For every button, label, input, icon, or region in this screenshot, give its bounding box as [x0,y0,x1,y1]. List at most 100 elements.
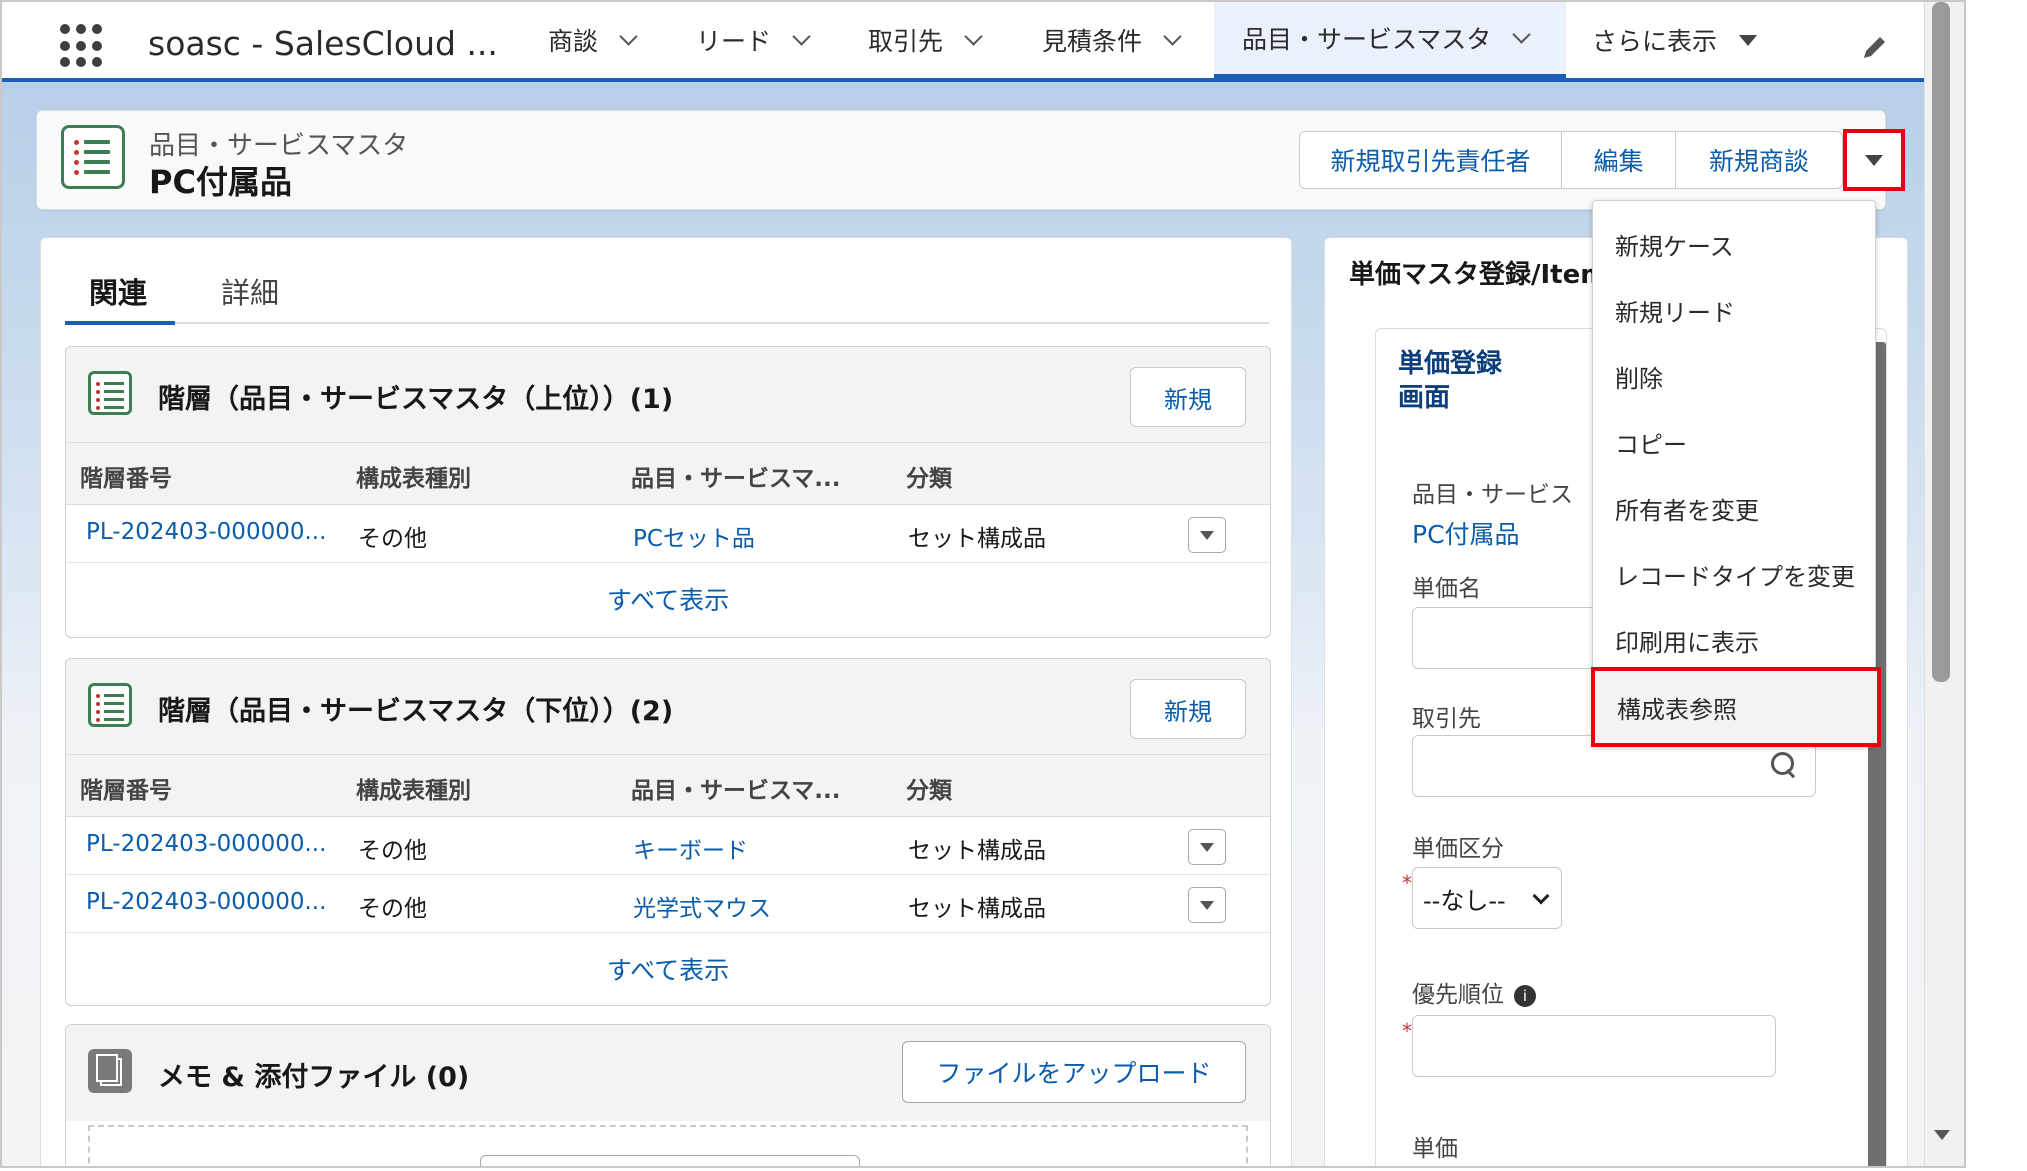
row-actions-dropdown[interactable] [1188,829,1226,865]
new-button[interactable]: 新規 [1130,679,1246,739]
product-link[interactable]: 光学式マウス [633,889,771,923]
file-icon [88,1049,132,1093]
column-header[interactable]: 構成表種別 [356,459,471,493]
menu-item-bom-reference[interactable]: 構成表参照 [1591,667,1881,747]
cell-type: その他 [358,896,427,922]
nav-more[interactable]: さらに表示 [1592,2,1758,78]
price-name-label: 単価名 [1412,576,1481,602]
related-panel: 関連 詳細 階層（品目・サービスマスタ（上位））(1) 新規 階層番号 構成表種… [40,237,1292,1166]
cell-type: その他 [358,526,427,552]
cell-category: セット構成品 [908,896,1046,922]
nav-item-label: リード [696,27,772,56]
row-actions-dropdown[interactable] [1188,887,1226,923]
new-button[interactable]: 新規 [1130,367,1246,427]
nav-item-product-master[interactable]: 品目・サービスマスタ [1214,2,1566,78]
menu-item-copy[interactable]: コピー [1593,409,1875,475]
price-type-select[interactable]: --なし-- [1412,867,1562,929]
new-opportunity-button[interactable]: 新規商談 [1676,132,1842,188]
view-all-link[interactable]: すべて表示 [66,581,1270,617]
chevron-down-icon[interactable] [1164,30,1184,50]
nav-more-label: さらに表示 [1592,27,1718,56]
record-tabs: 関連 詳細 [65,262,1269,325]
chevron-down-icon[interactable] [620,30,640,50]
nav-item-label: 商談 [548,27,599,56]
item-value-link[interactable]: PC付属品 [1412,515,1520,551]
global-nav: soasc - SalesCloud ... 商談 リード 取引先 見積条件 品… [2,2,1924,82]
active-tab-indicator [65,321,175,325]
product-master-icon [88,371,132,415]
column-header[interactable]: 階層番号 [80,771,172,805]
cell-type: その他 [358,838,427,864]
table-row: PL-202403-000000... その他 光学式マウス セット構成品 [66,875,1270,933]
nav-item-opportunities[interactable]: 商談 [548,2,640,78]
header-action-buttons: 新規取引先責任者 編集 新規商談 [1299,131,1843,189]
menu-item-change-owner[interactable]: 所有者を変更 [1593,475,1875,541]
menu-item-new-case[interactable]: 新規ケース [1593,211,1875,277]
tab-details[interactable]: 詳細 [221,270,279,312]
app-name: soasc - SalesCloud ... [148,24,498,63]
file-drop-zone[interactable] [88,1125,1248,1166]
column-header[interactable]: 品目・サービスマ... [631,771,841,805]
table-header: 階層番号 構成表種別 品目・サービスマ... 分類 [66,755,1270,817]
search-icon[interactable] [1771,752,1797,778]
priority-input[interactable] [1412,1015,1776,1077]
price-type-label: 単価区分 [1412,836,1504,862]
menu-item-printable-view[interactable]: 印刷用に表示 [1593,607,1875,673]
window-scrollbar-thumb[interactable] [1932,2,1950,682]
menu-item-change-record-type[interactable]: レコードタイプを変更 [1593,541,1875,607]
form-title-line-1: 単価登録 [1398,349,1503,379]
required-mark: * [1402,871,1412,895]
menu-item-new-lead[interactable]: 新規リード [1593,277,1875,343]
chevron-down-icon[interactable] [1513,28,1533,48]
app-launcher-icon[interactable] [60,24,104,68]
more-actions-dropdown-button[interactable] [1843,129,1905,191]
column-header[interactable]: 構成表種別 [356,771,471,805]
panel-title: 単価マスタ登録/Item [1349,260,1608,290]
notes-title: メモ & 添付ファイル (0) [158,1062,470,1093]
related-list-title: 階層（品目・サービスマスタ（上位））(1) [158,384,674,415]
price-type-value: --なし-- [1423,886,1506,915]
chevron-down-icon[interactable] [793,30,813,50]
nav-item-label: 品目・サービスマスタ [1242,25,1492,54]
info-icon[interactable]: i [1514,984,1536,1007]
chevron-down-icon [1532,887,1550,905]
new-contact-button[interactable]: 新規取引先責任者 [1300,132,1562,188]
form-title-line-2: 画面 [1398,383,1451,413]
related-list-lower: 階層（品目・サービスマスタ（下位））(2) 新規 階層番号 構成表種別 品目・サ… [65,658,1271,1006]
nav-item-leads[interactable]: リード [696,2,813,78]
hierarchy-number-link[interactable]: PL-202403-000000... [86,831,326,857]
notes-attachments-card: メモ & 添付ファイル (0) ファイルをアップロード [65,1024,1271,1166]
form-title: 単価登録 画面 [1398,347,1502,415]
view-all-link[interactable]: すべて表示 [66,951,1270,987]
column-header[interactable]: 分類 [906,771,952,805]
column-header[interactable]: 階層番号 [80,459,172,493]
related-list-header: 階層（品目・サービスマスタ（下位））(2) 新規 [66,659,1270,755]
product-link[interactable]: キーボード [633,831,748,865]
chevron-down-icon[interactable] [965,30,985,50]
nav-item-label: 取引先 [868,27,944,56]
cell-category: セット構成品 [908,838,1046,864]
nav-item-label: 見積条件 [1042,27,1143,56]
tab-related[interactable]: 関連 [89,270,147,312]
record-header: 品目・サービスマスタ PC付属品 新規取引先責任者 編集 新規商談 [36,110,1905,210]
table-row: PL-202403-000000... その他 キーボード セット構成品 [66,817,1270,875]
upload-drop-button[interactable] [480,1155,860,1166]
menu-item-delete[interactable]: 削除 [1593,343,1875,409]
account-label: 取引先 [1412,706,1481,732]
nav-item-accounts[interactable]: 取引先 [868,2,985,78]
scroll-down-arrow-icon[interactable] [1934,1130,1950,1140]
column-header[interactable]: 分類 [906,459,952,493]
product-link[interactable]: PCセット品 [633,519,755,553]
column-header[interactable]: 品目・サービスマ... [631,459,841,493]
item-label: 品目・サービス [1412,482,1573,508]
related-list-upper: 階層（品目・サービスマスタ（上位））(1) 新規 階層番号 構成表種別 品目・サ… [65,346,1271,638]
nav-item-quote-terms[interactable]: 見積条件 [1042,2,1184,78]
record-title: PC付属品 [149,163,292,201]
upload-files-button[interactable]: ファイルをアップロード [902,1041,1246,1103]
row-actions-dropdown[interactable] [1188,517,1226,553]
hierarchy-number-link[interactable]: PL-202403-000000... [86,889,326,915]
required-mark: * [1402,1019,1412,1043]
hierarchy-number-link[interactable]: PL-202403-000000... [86,519,326,545]
edit-nav-pencil-icon[interactable] [1860,32,1890,62]
edit-button[interactable]: 編集 [1562,132,1676,188]
